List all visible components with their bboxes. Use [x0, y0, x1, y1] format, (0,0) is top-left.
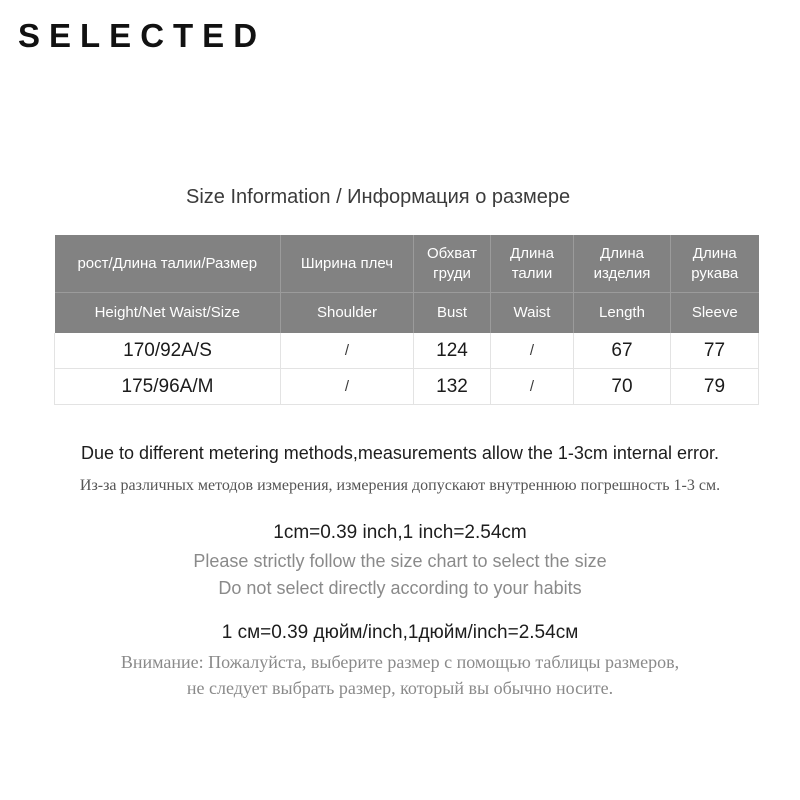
header-cell-sleeve-en: Sleeve [670, 292, 759, 333]
table-row: 175/96A/M / 132 / 70 79 [54, 368, 759, 405]
header-cell-bust-en: Bust [413, 292, 491, 333]
note-unit-conversion-ru: 1 см=0.39 дюйм/inch,1дюйм/inch=2.54см [221, 622, 579, 643]
note-advice-en-1: Please strictly follow the size chart to… [193, 551, 607, 571]
size-chart-table: рост/Длина талии/Размер Ширина плеч Обхв… [54, 235, 759, 405]
header-cell-size-en: Height/Net Waist/Size [54, 292, 281, 333]
header-cell-waist-ru: Длина талии [490, 235, 574, 293]
header-cell-size-ru: рост/Длина талии/Размер [54, 235, 281, 293]
note-advice-en-2: Do not select directly according to your… [218, 578, 582, 598]
cell-waist: / [490, 368, 574, 405]
note-unit-conversion-en: 1cm=0.39 inch,1 inch=2.54cm [273, 522, 527, 543]
header-cell-waist-en: Waist [490, 292, 574, 333]
table-header-row-ru: рост/Длина талии/Размер Ширина плеч Обхв… [54, 235, 759, 293]
cell-waist: / [490, 333, 574, 369]
table-header-row-en: Height/Net Waist/Size Shoulder Bust Wais… [54, 292, 759, 333]
cell-shoulder: / [280, 333, 414, 369]
header-cell-shoulder-ru: Ширина плеч [280, 235, 414, 293]
cell-size: 175/96A/M [54, 368, 281, 405]
cell-shoulder: / [280, 368, 414, 405]
cell-length: 70 [573, 368, 671, 405]
header-cell-length-en: Length [573, 292, 671, 333]
note-measurement-error-ru: Из-за различных методов измерения, измер… [79, 477, 721, 494]
cell-sleeve: 77 [670, 333, 759, 369]
size-chart-table-container: рост/Длина талии/Размер Ширина плеч Обхв… [54, 235, 759, 405]
note-advice-ru-1: Внимание: Пожалуйста, выберите размер с … [120, 652, 680, 672]
cell-bust: 132 [413, 368, 491, 405]
cell-sleeve: 79 [670, 368, 759, 405]
note-advice-ru-2: не следует выбрать размер, который вы об… [186, 678, 614, 698]
note-measurement-error-en: Due to different metering methods,measur… [81, 443, 719, 463]
table-row: 170/92A/S / 124 / 67 77 [54, 333, 759, 369]
cell-bust: 124 [413, 333, 491, 369]
header-cell-bust-ru: Обхват груди [413, 235, 491, 293]
header-cell-shoulder-en: Shoulder [280, 292, 414, 333]
cell-length: 67 [573, 333, 671, 369]
page-title: Size Information / Информация о размере [186, 186, 571, 208]
cell-size: 170/92A/S [54, 333, 281, 369]
header-cell-sleeve-ru: Длина рукава [670, 235, 759, 293]
header-cell-length-ru: Длина изделия [573, 235, 671, 293]
brand-logo: SELECTED [18, 17, 267, 54]
